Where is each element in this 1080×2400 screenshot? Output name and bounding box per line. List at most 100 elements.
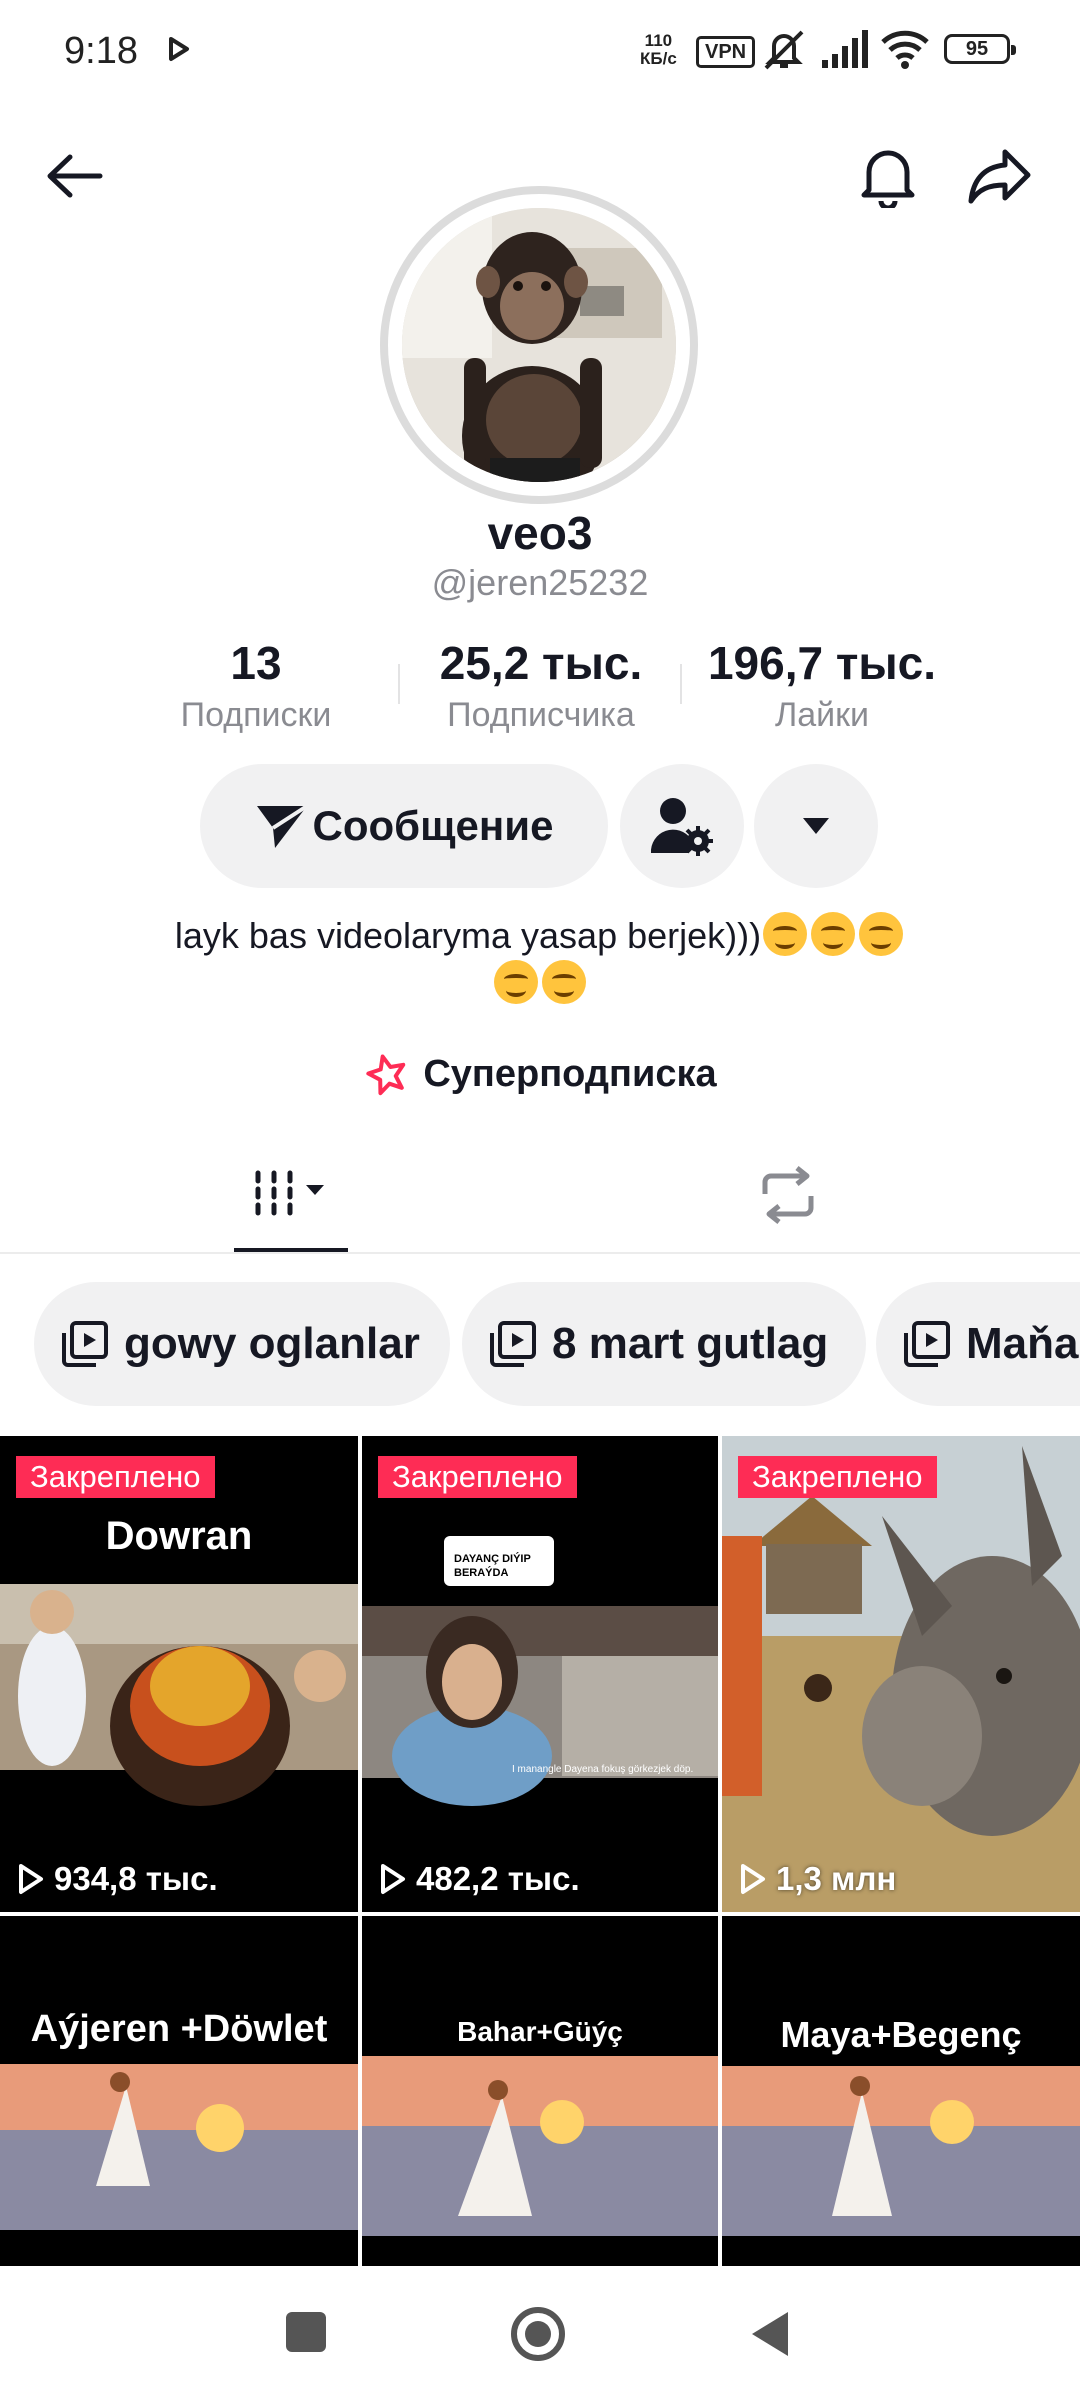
comment-line-2: BERAÝDA [454,1566,508,1579]
hugging-face-emoji [859,912,904,956]
avatar-image [402,208,676,482]
arrow-left-icon [47,154,103,198]
stat-divider [398,664,400,704]
video-view-count: 1,3 млн [740,1860,896,1898]
more-dropdown-button[interactable] [754,764,878,888]
tab-reposts[interactable] [738,1140,838,1250]
video-thumbnail-image [722,1916,1080,2266]
tab-videos[interactable] [234,1140,348,1250]
playlist-chip-label: 8 mart gutlag [552,1319,829,1368]
superfollow-link[interactable]: Суперподписка [0,1052,1080,1096]
play-icon [741,1864,765,1894]
share-arrow-icon [968,149,1031,204]
stat-followers[interactable]: 25,2 тыс. Подписчика [420,636,662,735]
square-icon [286,2312,326,2352]
followers-count: 25,2 тыс. [439,637,643,689]
grid-view-icon [255,1170,324,1216]
likes-count: 196,7 тыс. [707,637,937,689]
following-label: Подписки [180,696,332,734]
views-text: 482,2 тыс. [416,1860,580,1897]
message-button-label: Сообщение [312,802,554,849]
stat-likes[interactable]: 196,7 тыс. Лайки [700,636,944,735]
playlist-chip-label: gowy oglanlar [124,1319,420,1368]
playlist-chip[interactable]: 8 mart gutlag [462,1282,866,1406]
play-icon [381,1864,405,1894]
share-button[interactable] [964,140,1036,212]
hugging-face-emoji [763,912,808,956]
stat-divider [680,664,682,704]
repost-icon [762,1166,814,1224]
status-time: 9:18 [64,30,138,72]
video-caption: Bahar+Güýç [457,2016,623,2047]
hugging-face-emoji [811,912,856,956]
playlist-icon [62,1321,108,1367]
video-thumbnail[interactable]: Aýjeren +Döwlet [0,1916,358,2266]
playlist-chips: gowy oglanlar 8 mart gutlag Maňa [0,1282,1080,1406]
network-speed: 110 КБ/с [640,32,677,68]
video-thumbnail[interactable]: Закреплено Dowran 934,8 тыс. [0,1436,358,1912]
video-caption: Dowran [105,1514,253,1558]
user-settings-icon [650,798,713,856]
video-caption: Aýjeren +Döwlet [30,2008,328,2050]
video-thumbnail-image [362,1916,718,2266]
followers-label: Подписчика [447,696,635,734]
hugging-face-emoji [542,960,586,1004]
star-ribbon-icon [366,1054,406,1096]
triangle-back-icon [752,2312,788,2356]
video-thumbnail-image [0,1916,358,2266]
video-thumbnail-image: DAYANÇ DIÝIP BERAÝDA I manangle Dayena f… [362,1436,718,1912]
video-thumbnail[interactable]: Maya+Begenç [722,1916,1080,2266]
video-view-count: 934,8 тыс. [18,1860,218,1898]
active-tab-indicator [234,1248,348,1252]
profile-actions: Сообщение [0,764,1080,888]
video-thumbnail-image [722,1436,1080,1912]
playlist-chip[interactable]: Maňa [876,1282,1080,1406]
media-play-icon [168,36,190,67]
video-view-count: 482,2 тыс. [380,1860,580,1898]
username-handle: @jeren25232 [431,562,649,603]
video-grid: Закреплено Dowran 934,8 тыс. DAYANÇ DIÝI… [0,1436,1080,2266]
system-navigation-bar [0,2266,1080,2400]
video-thumbnail[interactable]: Закреплено 1,3 млн [722,1436,1080,1912]
message-button[interactable]: Сообщение [200,764,608,888]
likes-label: Лайки [774,696,870,734]
hugging-face-emoji [494,960,538,1004]
home-button[interactable] [510,2306,566,2367]
play-icon [19,1864,43,1894]
caret-down-icon [803,818,829,834]
pinned-badge: Закреплено [738,1456,937,1498]
recents-button[interactable] [286,2312,326,2357]
profile-avatar-ring[interactable] [380,186,698,504]
friend-settings-button[interactable] [620,764,744,888]
back-button[interactable] [38,140,110,212]
battery-indicator: 95 [944,34,1016,64]
mute-vibrate-icon [760,28,808,77]
stat-following[interactable]: 13 Подписки [150,636,362,735]
vpn-badge: VPN [696,36,756,68]
status-bar: 9:18 110 КБ/с VPN 95 [0,0,1080,100]
comment-line-1: DAYANÇ DIÝIP [454,1552,531,1565]
following-count: 13 [230,637,282,689]
video-thumbnail[interactable]: Bahar+Güýç [362,1916,718,2266]
views-text: 934,8 тыс. [54,1860,218,1897]
network-speed-unit: КБ/с [640,49,677,68]
pinned-badge: Закреплено [16,1456,215,1498]
signal-icon [820,28,872,75]
superfollow-label: Суперподписка [423,1052,717,1095]
profile-stats: 13 Подписки 25,2 тыс. Подписчика 196,7 т… [0,636,1080,736]
bio-text: layk bas videolaryma yasap berjek))) [174,915,762,956]
content-tabs [0,1140,1080,1254]
avatar [402,208,676,482]
send-icon [256,804,308,848]
playlist-chip[interactable]: gowy oglanlar [34,1282,450,1406]
pinned-badge: Закреплено [378,1456,577,1498]
video-thumbnail[interactable]: DAYANÇ DIÝIP BERAÝDA I manangle Dayena f… [362,1436,718,1912]
playlist-chip-label: Maňa [966,1319,1079,1368]
back-nav-button[interactable] [750,2310,790,2363]
views-text: 1,3 млн [776,1860,897,1897]
notifications-button[interactable] [852,140,924,212]
playlist-icon [904,1321,950,1367]
wifi-icon [880,28,930,75]
video-caption: Maya+Begenç [780,2014,1022,2055]
home-circle-icon [511,2307,565,2361]
